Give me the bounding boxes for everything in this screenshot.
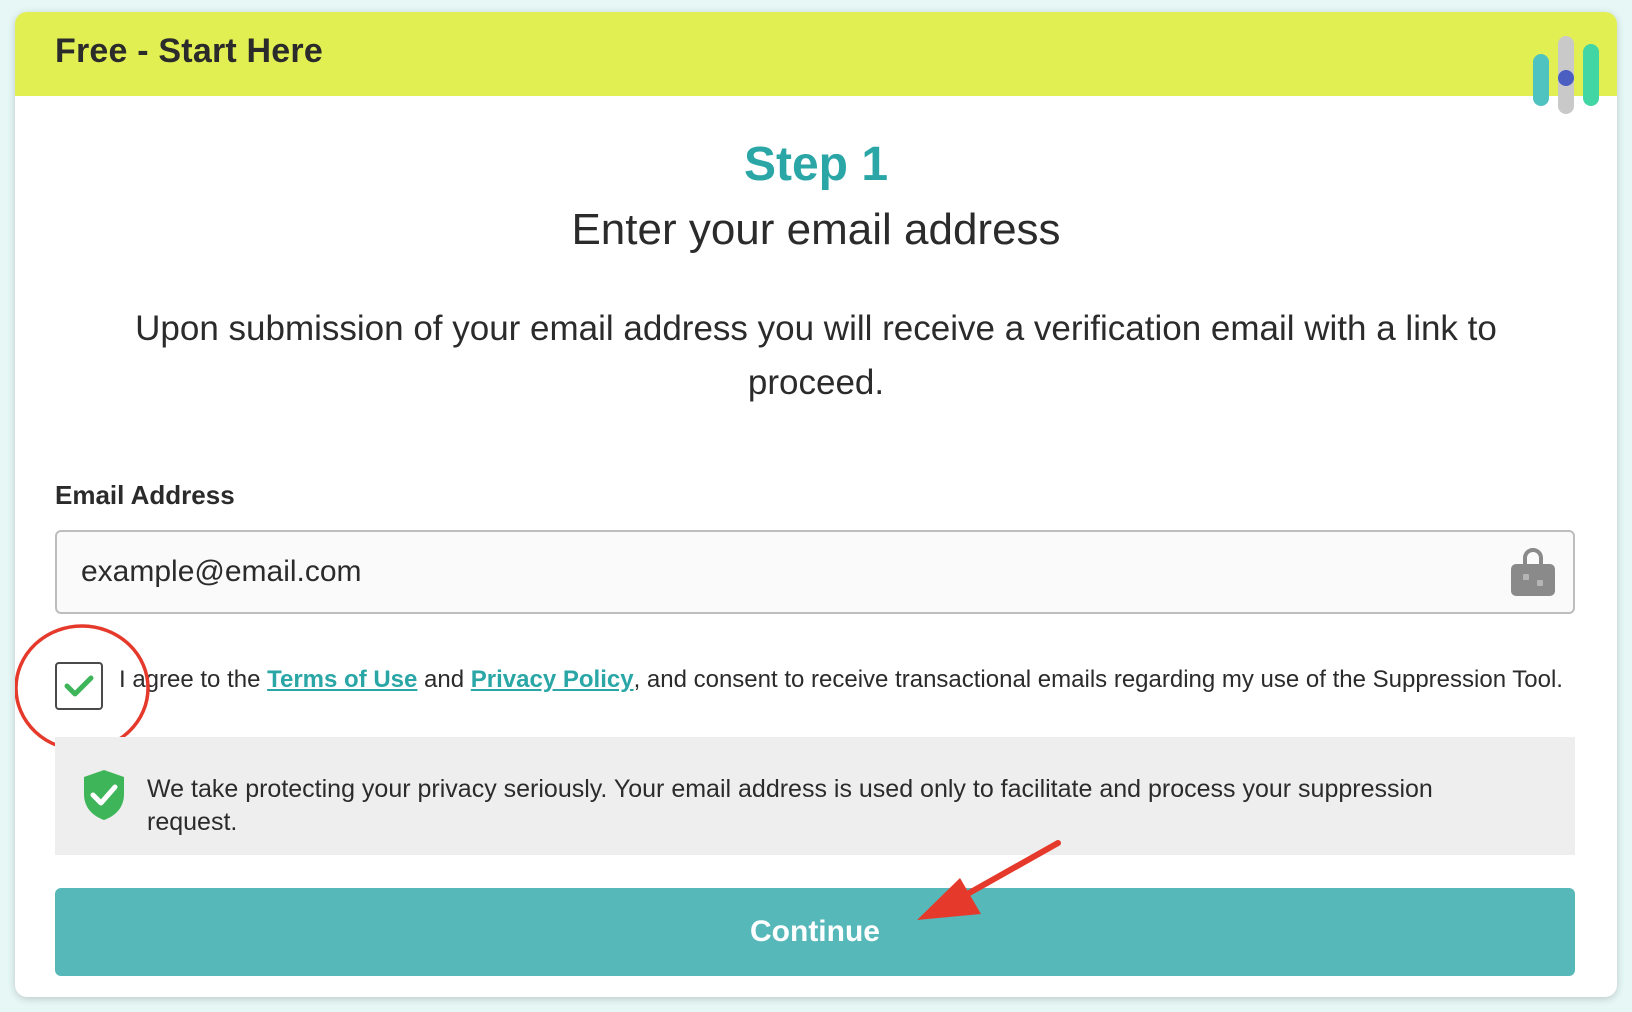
step-description: Upon submission of your email address yo… <box>135 309 1497 402</box>
password-manager-lock-icon[interactable] <box>1509 548 1557 598</box>
red-arrow-annotation <box>917 840 1061 920</box>
signup-card: Free - Start Here Step 1 Enter your emai… <box>15 12 1617 997</box>
continue-button[interactable]: Continue <box>55 888 1575 976</box>
email-field[interactable] <box>55 530 1575 614</box>
brand-logo-icon <box>1533 36 1599 114</box>
privacy-notice-text: We take protecting your privacy seriousl… <box>147 775 1433 836</box>
step-subtitle: Enter your email address <box>571 205 1061 254</box>
email-label: Email Address <box>55 480 235 510</box>
card-header: Free - Start Here <box>15 12 1617 114</box>
consent-text: I agree to the Terms of Use and Privacy … <box>119 663 1599 697</box>
privacy-policy-link[interactable]: Privacy Policy <box>471 666 634 693</box>
step-title: Step 1 <box>743 138 889 191</box>
consent-middle: and <box>417 666 471 693</box>
shield-check-icon <box>84 770 124 820</box>
terms-of-use-link[interactable]: Terms of Use <box>267 666 417 693</box>
header-title: Free - Start Here <box>55 32 323 70</box>
consent-suffix: , and consent to receive transactional e… <box>633 666 1563 693</box>
